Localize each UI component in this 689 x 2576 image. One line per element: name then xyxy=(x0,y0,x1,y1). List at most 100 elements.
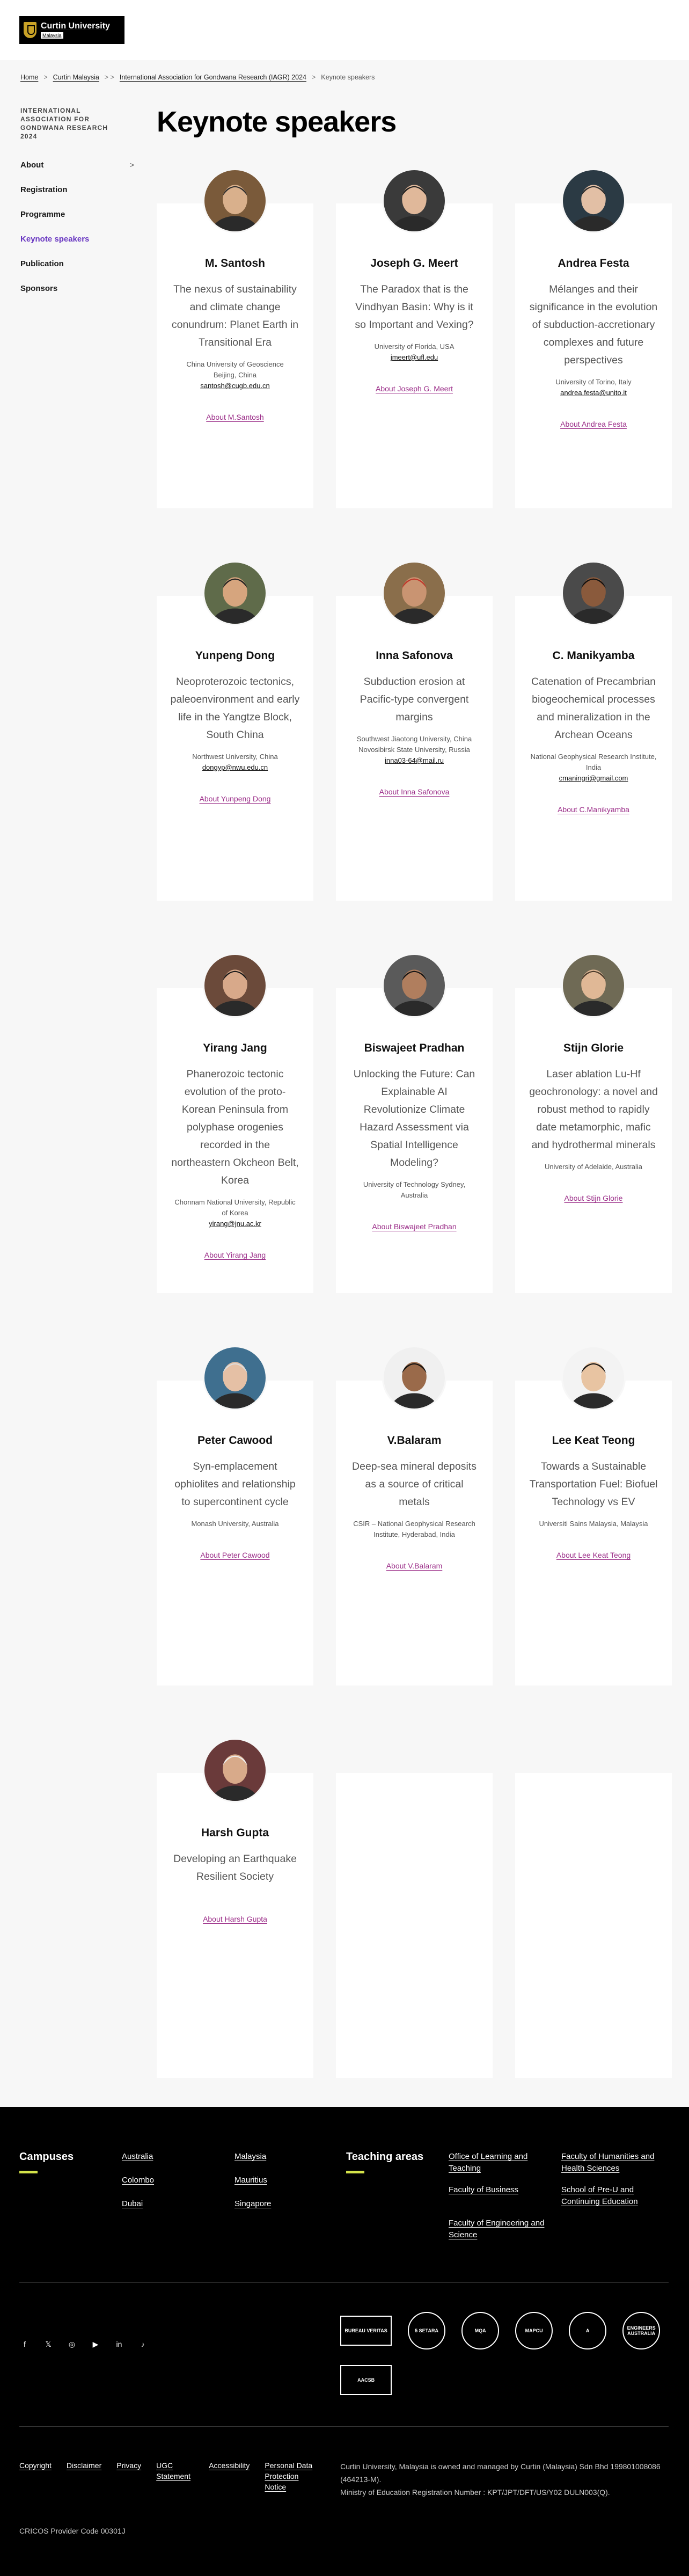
cricos-code: CRICOS Provider Code 00301J xyxy=(19,2527,126,2535)
talk-title: Mélanges and their significance in the e… xyxy=(529,283,658,366)
legal-links: Copyright Disclaimer Privacy UGC Stateme… xyxy=(19,2460,340,2499)
campus-link[interactable]: Colombo xyxy=(122,2174,234,2186)
about-speaker-link[interactable]: About Yirang Jang xyxy=(204,1251,266,1259)
legal-link-accessibility[interactable]: Accessibility xyxy=(209,2460,250,2499)
about-speaker-link[interactable]: About Peter Cawood xyxy=(200,1551,269,1559)
teaching-list: Office of Learning and Teaching Faculty … xyxy=(449,2151,669,2282)
avatar-icon xyxy=(384,955,445,1016)
speaker-card: Yunpeng Dong Neoproterozoic tectonics, pa… xyxy=(157,561,313,901)
speaker-email[interactable]: jmeert@ufl.edu xyxy=(391,352,438,363)
legal-link-privacy[interactable]: Privacy xyxy=(116,2460,141,2499)
avatar-icon xyxy=(563,955,624,1016)
teaching-link[interactable]: School of Pre-U and Continuing Education xyxy=(561,2184,669,2208)
sidebar-item-about[interactable]: About > xyxy=(20,152,134,177)
sidebar-item-label: Registration xyxy=(20,185,68,194)
breadcrumb-home[interactable]: Home xyxy=(20,74,38,81)
speaker-name: Inna Safonova xyxy=(376,650,453,662)
speaker-email[interactable]: cmaningri@gmail.com xyxy=(559,773,628,784)
tiktok-icon[interactable]: ♪ xyxy=(137,2339,148,2349)
about-speaker-link[interactable]: About Joseph G. Meert xyxy=(376,384,453,393)
speaker-grid: M. Santosh The nexus of sustainability an… xyxy=(136,169,689,2078)
facebook-icon[interactable]: f xyxy=(19,2339,30,2349)
talk-title: Subduction erosion at Pacific-type conve… xyxy=(360,676,469,723)
speaker-card: Stijn Glorie Laser ablation Lu-Hf geochro… xyxy=(515,953,672,1293)
speaker-card: M. Santosh The nexus of sustainability an… xyxy=(157,169,313,508)
legal-text: Curtin University, Malaysia is owned and… xyxy=(340,2460,669,2499)
speaker-affiliation: Beijing, China xyxy=(213,371,257,379)
avatar-icon xyxy=(204,1347,266,1409)
linkedin-icon[interactable]: in xyxy=(114,2339,124,2349)
sidebar-item-keynote-speakers[interactable]: Keynote speakers xyxy=(20,227,134,251)
empty-card xyxy=(336,1773,493,2078)
teaching-link[interactable]: Faculty of Engineering and Science xyxy=(449,2217,561,2241)
sidebar-item-publication[interactable]: Publication xyxy=(20,251,134,276)
youtube-icon[interactable]: ▶ xyxy=(90,2339,101,2349)
breadcrumb-campus[interactable]: Curtin Malaysia xyxy=(53,74,99,81)
site-footer: Campuses Australia Malaysia Colombo Maur… xyxy=(0,2107,689,2576)
page-title: Keynote speakers xyxy=(157,106,397,138)
speaker-affiliation: University of Technology Sydney, Austral… xyxy=(363,1180,466,1199)
sidebar-item-sponsors[interactable]: Sponsors xyxy=(20,276,134,301)
speaker-email[interactable]: inna03-64@mail.ru xyxy=(385,755,444,766)
speaker-email[interactable]: yirang@jnu.ac.kr xyxy=(209,1218,261,1229)
legal-link-ugc[interactable]: UGC Statement xyxy=(156,2460,194,2499)
campus-link[interactable]: Australia xyxy=(122,2151,234,2163)
speaker-name: Yirang Jang xyxy=(203,1042,267,1054)
sidebar-item-registration[interactable]: Registration xyxy=(20,177,134,202)
x-twitter-icon[interactable]: 𝕏 xyxy=(43,2339,54,2349)
legal-link-disclaimer[interactable]: Disclaimer xyxy=(67,2460,101,2499)
speaker-name: Andrea Festa xyxy=(558,257,629,269)
speaker-email[interactable]: andrea.festa@unito.it xyxy=(560,388,627,398)
teaching-link[interactable]: Faculty of Business xyxy=(449,2184,561,2208)
setara-logo: 5 SETARA xyxy=(408,2312,446,2349)
sidebar-item-label: Keynote speakers xyxy=(20,234,90,244)
about-speaker-link[interactable]: About C.Manikyamba xyxy=(558,805,629,814)
sidebar-item-programme[interactable]: Programme xyxy=(20,202,134,227)
about-speaker-link[interactable]: About M.Santosh xyxy=(206,413,263,421)
footer-social-accreditation: f 𝕏 ◎ ▶ in ♪ BUREAU VERITAS 5 SETARA MQA… xyxy=(19,2283,669,2427)
breadcrumb-current: Keynote speakers xyxy=(321,74,375,81)
empty-card xyxy=(515,1773,672,2078)
teaching-link[interactable]: Faculty of Humanities and Health Science… xyxy=(561,2151,669,2174)
campus-list: Australia Malaysia Colombo Mauritius Dub… xyxy=(122,2151,346,2282)
about-speaker-link[interactable]: About Yunpeng Dong xyxy=(200,794,271,803)
campus-link[interactable]: Malaysia xyxy=(234,2151,346,2163)
curtin-logo[interactable]: Curtin University Malaysia xyxy=(19,16,124,44)
campus-link[interactable]: Dubai xyxy=(122,2198,234,2210)
avatar-icon xyxy=(563,1347,624,1409)
instagram-icon[interactable]: ◎ xyxy=(67,2339,77,2349)
sidebar-item-label: Publication xyxy=(20,259,64,268)
about-speaker-link[interactable]: About Lee Keat Teong xyxy=(556,1551,631,1559)
legal-link-personal-data[interactable]: Personal Data Protection Notice xyxy=(265,2460,313,2499)
legal-link-copyright[interactable]: Copyright xyxy=(19,2460,52,2499)
sidebar-item-label: About xyxy=(20,160,44,170)
teaching-link[interactable]: Office of Learning and Teaching xyxy=(449,2151,561,2174)
about-speaker-link[interactable]: About Harsh Gupta xyxy=(203,1915,267,1923)
talk-title: Syn-emplacement ophiolites and relations… xyxy=(174,1461,296,1508)
about-speaker-link[interactable]: About Inna Safonova xyxy=(379,787,450,796)
sidebar: INTERNATIONAL ASSOCIATION FOR GONDWANA R… xyxy=(0,101,136,2078)
campus-link[interactable]: Singapore xyxy=(234,2198,346,2210)
about-speaker-link[interactable]: About V.Balaram xyxy=(386,1561,443,1570)
speaker-photo xyxy=(203,1346,267,1410)
about-speaker-link[interactable]: About Andrea Festa xyxy=(560,420,627,428)
breadcrumb-event[interactable]: International Association for Gondwana R… xyxy=(120,74,306,81)
speaker-name: M. Santosh xyxy=(204,257,265,269)
avatar-icon xyxy=(204,1740,266,1801)
speaker-name: Stijn Glorie xyxy=(563,1042,624,1054)
speaker-card: Harsh Gupta Developing an Earthquake Resi… xyxy=(157,1738,313,2078)
speaker-photo xyxy=(561,561,626,625)
talk-title: The nexus of sustainability and climate … xyxy=(171,283,299,348)
breadcrumb-separator: > > xyxy=(104,74,114,81)
ownership-text: Curtin University, Malaysia is owned and… xyxy=(340,2462,661,2484)
about-speaker-link[interactable]: About Stijn Glorie xyxy=(565,1194,623,1202)
about-speaker-link[interactable]: About Biswajeet Pradhan xyxy=(372,1222,456,1231)
accent-underline xyxy=(19,2171,38,2173)
campus-link[interactable]: Mauritius xyxy=(234,2174,346,2186)
speaker-email[interactable]: santosh@cugb.edu.cn xyxy=(200,381,270,391)
speaker-photo xyxy=(382,1346,446,1410)
speaker-card: Andrea Festa Mélanges and their significa… xyxy=(515,169,672,508)
mapcu-logo: MAPCU xyxy=(515,2312,553,2349)
speaker-email[interactable]: dongyp@nwu.edu.cn xyxy=(202,762,268,773)
speaker-photo xyxy=(561,169,626,233)
